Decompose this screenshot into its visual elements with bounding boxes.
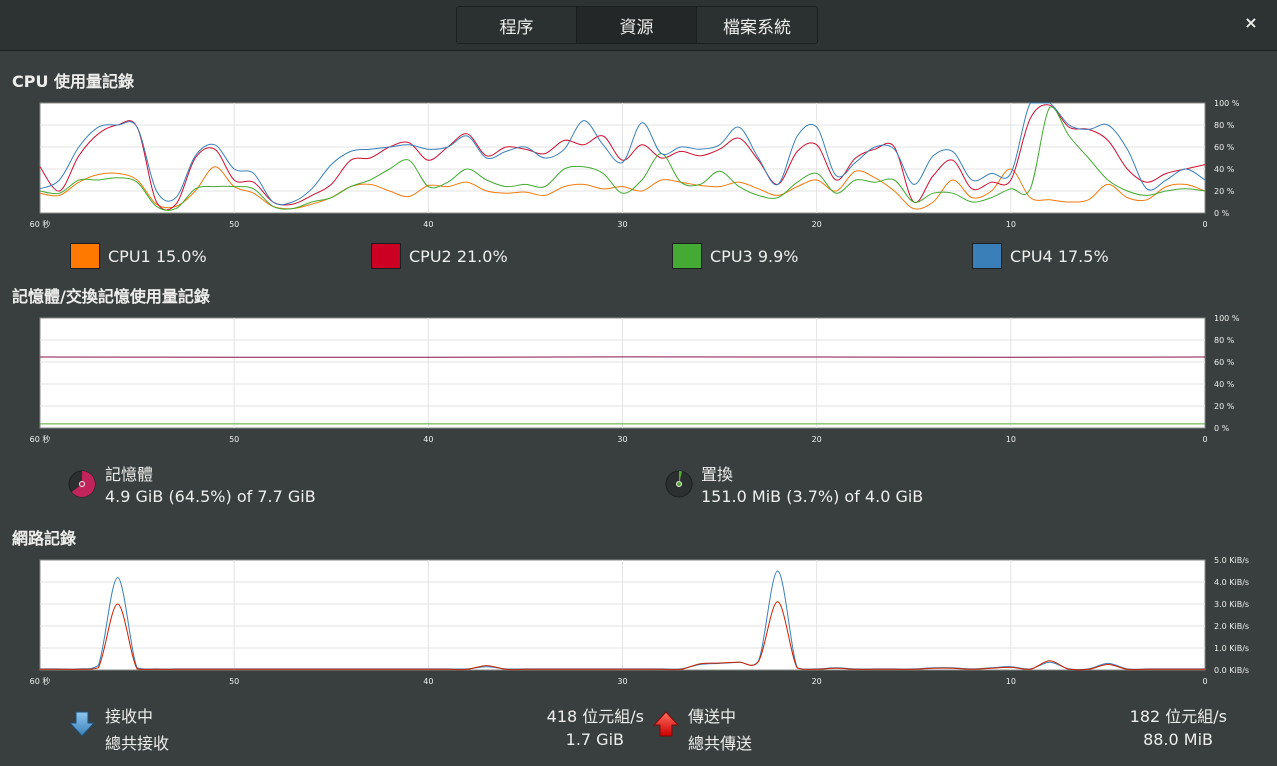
cpu-x-tick-label: 30 <box>617 220 627 229</box>
memory-y-tick-label: 80 % <box>1214 336 1235 345</box>
legend-cpu2[interactable]: CPU2 21.0% <box>371 243 508 269</box>
network-y-tick-label: 3.0 KiB/s <box>1214 600 1249 609</box>
memory-x-tick-label: 10 <box>1006 435 1016 444</box>
cpu-y-tick-label: 40 % <box>1214 165 1235 174</box>
memory-x-tick-label: 20 <box>812 435 822 444</box>
cpu3-value: 9.9% <box>757 246 799 266</box>
memory-history-graph: 100 % 80 % 60 % 40 % 20 % 0 % 60 秒 50 40 30 20 10 0 <box>30 314 1240 444</box>
header-bar: 程序 資源 檔案系統 × <box>0 0 1277 51</box>
network-y-tick-label: 4.0 KiB/s <box>1214 578 1249 587</box>
legend-cpu1[interactable]: CPU1 15.0% <box>70 243 207 269</box>
network-x-tick-label: 50 <box>229 677 239 686</box>
upload-arrow-icon <box>652 711 680 737</box>
network-history-graph: 5.0 KiB/s 4.0 KiB/s 3.0 KiB/s 2.0 KiB/s 1.0 … <box>30 556 1249 686</box>
memory-y-tick-label: 60 % <box>1214 358 1235 367</box>
network-x-tick-label: 20 <box>812 677 822 686</box>
cpu-history-graph: 100 % 80 % 60 % 40 % 20 % 0 % 60 秒 50 40 30 20 10 0 <box>30 99 1240 229</box>
cpu-y-tick-label: 20 % <box>1214 187 1235 196</box>
cpu4-value: 17.5% <box>1057 246 1109 266</box>
cpu3-color-swatch[interactable] <box>672 243 702 269</box>
memory-x-tick-label: 50 <box>229 435 239 444</box>
cpu-history-title: CPU 使用量記錄 <box>12 72 135 91</box>
network-x-tick-label: 0 <box>1202 677 1207 686</box>
network-history-title: 網路記錄 <box>12 529 77 548</box>
cpu-x-tick-label: 40 <box>423 220 433 229</box>
cpu-y-tick-label: 100 % <box>1214 99 1240 108</box>
view-switcher: 程序 資源 檔案系統 <box>456 6 818 44</box>
memory-label: 記憶體 <box>105 465 154 484</box>
cpu4-color-swatch[interactable] <box>972 243 1002 269</box>
memory-y-tick-label: 0 % <box>1214 424 1230 433</box>
memory-pie-icon[interactable] <box>66 468 98 500</box>
swap-label: 置換 <box>701 465 734 484</box>
cpu-y-tick-label: 80 % <box>1214 121 1235 130</box>
memory-x-tick-label: 30 <box>617 435 627 444</box>
legend-cpu3[interactable]: CPU3 9.9% <box>672 243 798 269</box>
network-y-tick-label: 2.0 KiB/s <box>1214 622 1249 631</box>
cpu-y-tick-label: 60 % <box>1214 143 1235 152</box>
network-y-tick-label: 0.0 KiB/s <box>1214 666 1249 675</box>
cpu2-value: 21.0% <box>456 246 508 266</box>
total-received-value: 1.7 GiB <box>565 730 624 749</box>
memory-pie-center <box>79 481 85 487</box>
cpu-x-tick-label: 50 <box>229 220 239 229</box>
memory-x-tick-label: 60 秒 <box>30 434 51 444</box>
cpu-x-tick-label: 10 <box>1006 220 1016 229</box>
cpu-x-tick-label: 20 <box>812 220 822 229</box>
legend-cpu4[interactable]: CPU4 17.5% <box>972 243 1109 269</box>
network-x-tick-label: 60 秒 <box>30 676 51 686</box>
cpu2-color-swatch[interactable] <box>371 243 401 269</box>
memory-history-title: 記憶體/交換記憶使用量記錄 <box>12 287 210 306</box>
close-icon[interactable]: × <box>1243 13 1259 32</box>
receiving-rate: 418 位元組/s <box>546 707 644 726</box>
tab-resources[interactable]: 資源 <box>577 7 697 43</box>
receiving-label: 接收中 <box>105 707 154 726</box>
total-sent-label: 總共傳送 <box>688 734 753 753</box>
cpu-x-tick-label: 60 秒 <box>30 219 51 229</box>
network-y-tick-label: 1.0 KiB/s <box>1214 644 1249 653</box>
total-sent-value: 88.0 MiB <box>1143 730 1213 749</box>
cpu-y-tick-label: 0 % <box>1214 209 1230 218</box>
cpu1-color-swatch[interactable] <box>70 243 100 269</box>
network-x-tick-label: 40 <box>423 677 433 686</box>
memory-y-tick-label: 20 % <box>1214 402 1235 411</box>
memory-value: 4.9 GiB (64.5%) of 7.7 GiB <box>105 487 316 506</box>
cpu2-name: CPU2 <box>409 246 452 266</box>
cpu1-value: 15.0% <box>155 246 207 266</box>
memory-y-tick-label: 100 % <box>1214 314 1240 323</box>
memory-x-tick-label: 0 <box>1202 435 1207 444</box>
sending-rate: 182 位元組/s <box>1129 707 1227 726</box>
cpu4-name: CPU4 <box>1010 246 1053 266</box>
memory-y-tick-label: 40 % <box>1214 380 1235 389</box>
total-received-label: 總共接收 <box>105 734 170 753</box>
tab-file-systems[interactable]: 檔案系統 <box>697 7 817 43</box>
tab-processes[interactable]: 程序 <box>457 7 577 43</box>
memory-x-tick-label: 40 <box>423 435 433 444</box>
network-x-tick-label: 30 <box>617 677 627 686</box>
network-y-tick-label: 5.0 KiB/s <box>1214 556 1249 565</box>
swap-pie-icon[interactable] <box>663 468 695 500</box>
sending-label: 傳送中 <box>688 707 737 726</box>
download-arrow-icon <box>68 711 96 737</box>
cpu-x-tick-label: 0 <box>1202 220 1207 229</box>
swap-pie-center <box>676 481 682 487</box>
cpu1-name: CPU1 <box>108 246 151 266</box>
cpu3-name: CPU3 <box>710 246 753 266</box>
swap-value: 151.0 MiB (3.7%) of 4.0 GiB <box>701 487 924 506</box>
network-x-tick-label: 10 <box>1006 677 1016 686</box>
